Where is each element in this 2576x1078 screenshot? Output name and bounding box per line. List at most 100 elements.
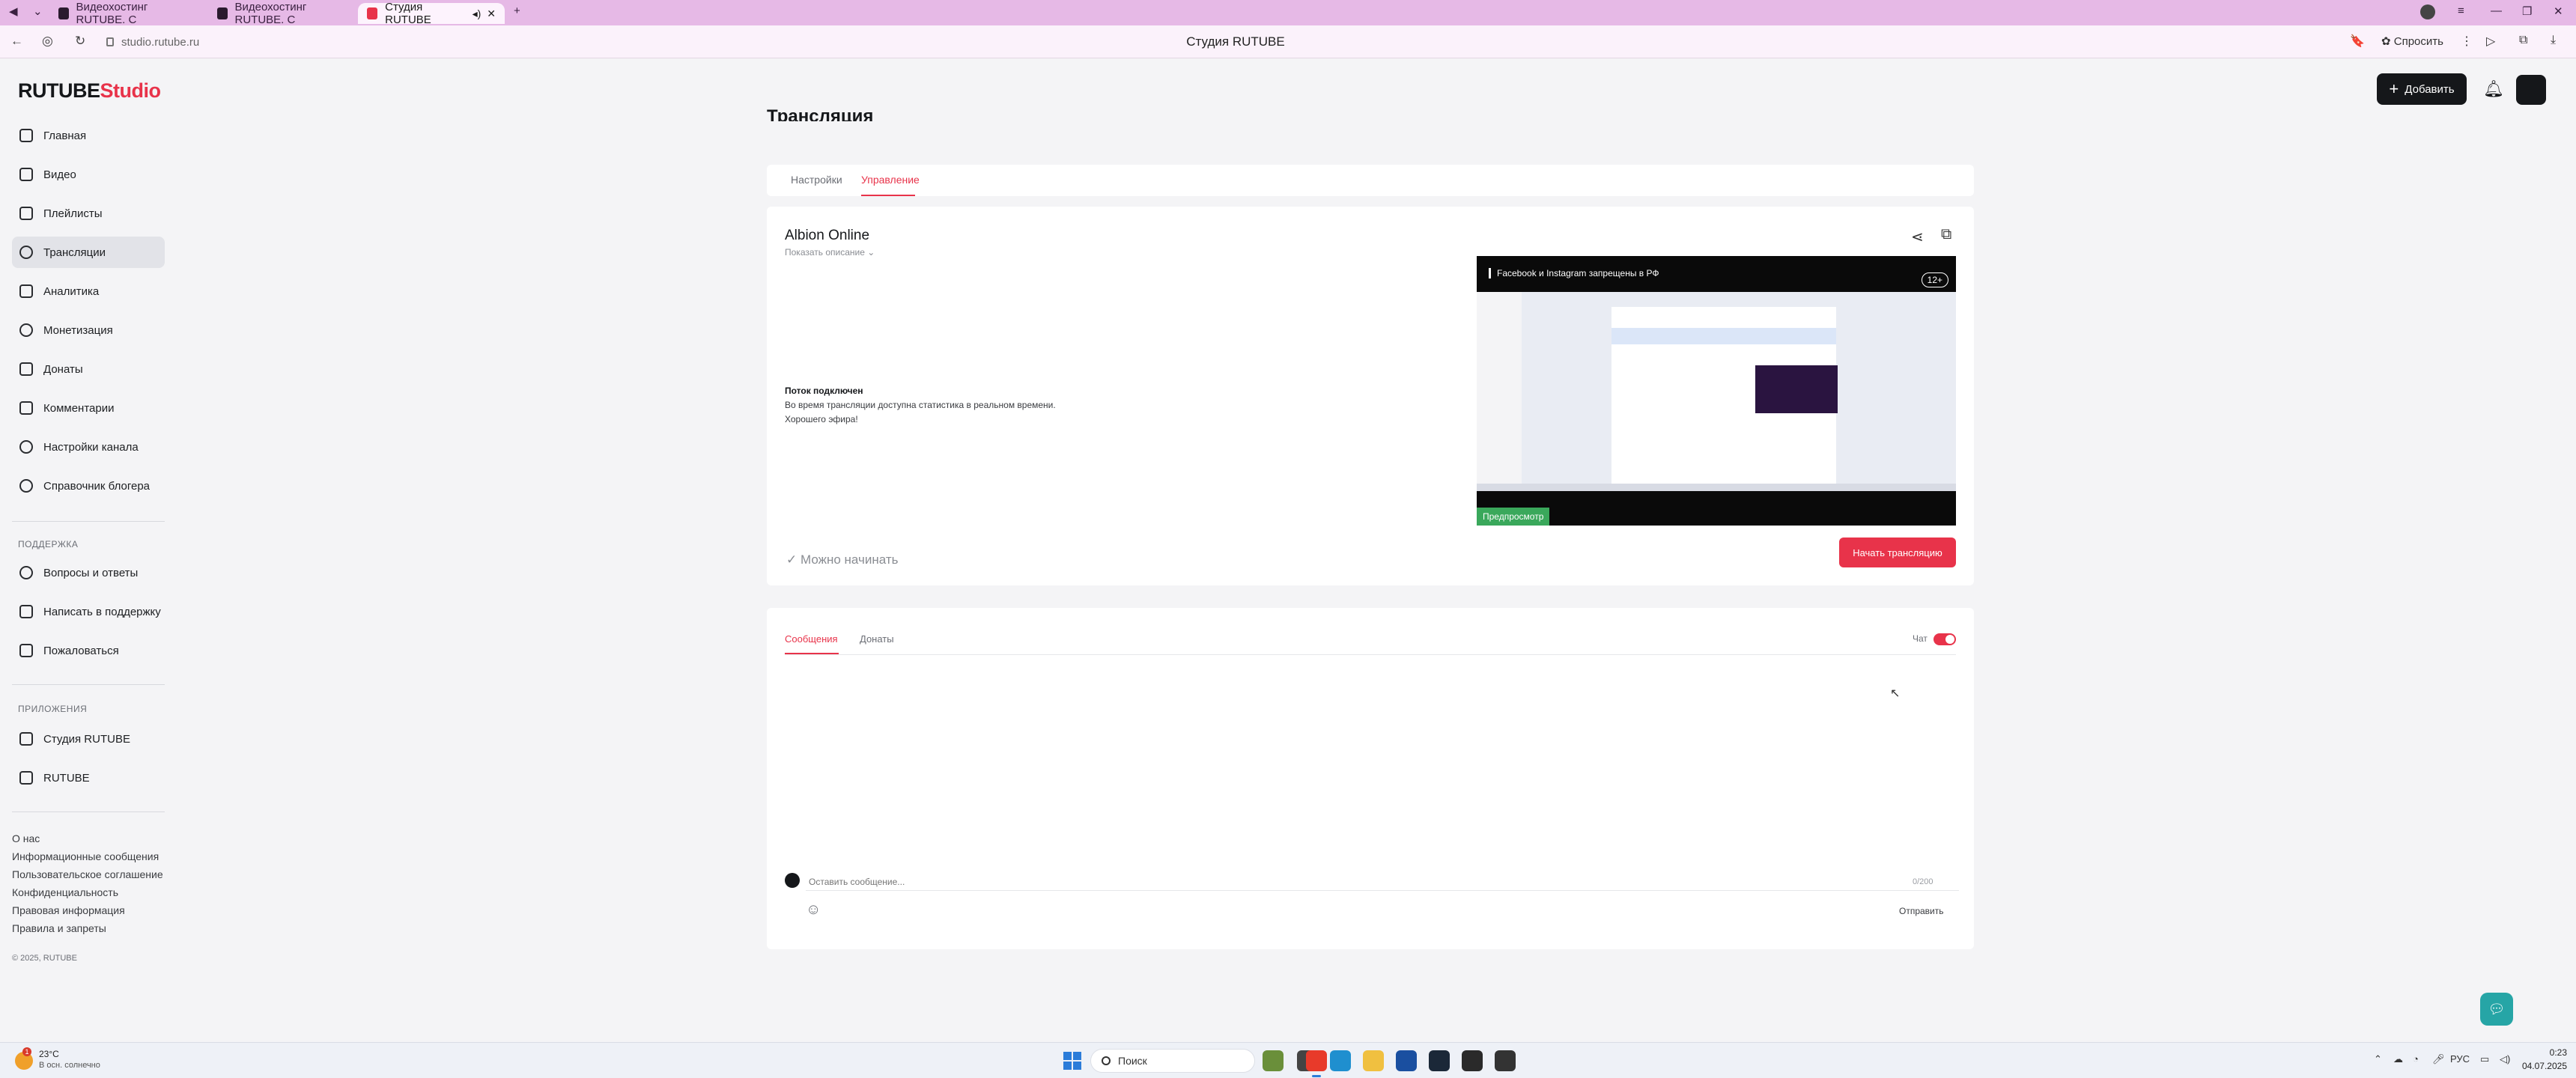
stream-card: Albion Online Показать описание ⌄ ⋖ ⧉ По… [767,207,1974,585]
bookmark-icon[interactable]: 🔖 [2350,34,2365,49]
close-window-icon[interactable]: ✕ [2554,4,2563,18]
sidebar-item-report[interactable]: Пожаловаться [12,635,165,666]
ask-button[interactable]: ✿ Спросить [2381,34,2443,48]
sidebar-item-streams[interactable]: Трансляции [12,237,165,268]
tab-list-icon[interactable]: ⌄ [33,4,43,18]
browser-tab-2[interactable]: Видеохостинг RUTUBE. С [208,1,358,26]
footer-link-about[interactable]: О нас [12,832,40,844]
reload-icon[interactable]: ↻ [75,34,85,49]
emoji-icon[interactable]: ☺ [806,901,821,919]
sidebar-item-write-support[interactable]: Написать в поддержку [12,596,165,627]
sidebar-item-blogger-guide[interactable]: Справочник блогера [12,470,165,502]
tab-management[interactable]: Управление [861,174,920,186]
page-title: Трансляция [767,106,874,121]
close-tab-icon[interactable]: ✕ [487,7,496,20]
media-icon[interactable]: ▷ [2486,34,2495,49]
clock-time[interactable]: 0:23 [2537,1047,2567,1058]
sidebar-item-comments[interactable]: Комментарии [12,392,165,424]
back-history-icon[interactable]: ◀ [9,4,18,18]
language-indicator[interactable]: РУС [2450,1053,2470,1065]
support-section-label: ПОДДЕРЖКА [18,539,79,549]
chat-bubble-icon: 💬︎ [2488,1001,2506,1017]
widgets-app-icon[interactable] [1263,1050,1284,1071]
avatar[interactable] [2516,75,2546,105]
footer-link-news[interactable]: Информационные сообщения [12,850,159,862]
send-button[interactable]: Отправить [1899,906,1944,916]
profile-icon[interactable] [2420,4,2435,19]
steam-icon[interactable] [1429,1050,1450,1071]
rutube-favicon-icon [58,7,69,19]
add-button[interactable]: + Добавить [2377,73,2467,105]
sidebar-item-label: Вопросы и ответы [43,566,139,579]
taskbar-search[interactable]: Поиск [1090,1049,1255,1073]
url-field[interactable]: studio.rutube.ru [106,32,1117,52]
yandex-browser-icon[interactable] [1306,1050,1327,1077]
bell-icon[interactable]: 🔔︎ [2483,79,2504,99]
extensions-icon[interactable]: ⧉ [2519,34,2527,47]
sidebar-item-monetization[interactable]: Монетизация [12,314,165,346]
footer-link-rules[interactable]: Правила и запреты [12,922,106,934]
tab-settings[interactable]: Настройки [791,174,842,186]
tab-donations[interactable]: Донаты [860,633,894,645]
more-icon[interactable]: ⋮ [2461,34,2473,49]
help-chat-button[interactable]: 💬︎ [2480,993,2513,1026]
message-input[interactable] [806,873,1959,891]
sidebar-item-playlists[interactable]: Плейлисты [12,198,165,229]
browser-tab-label: Видеохостинг RUTUBE. С [234,1,307,26]
sidebar: RUTUBEStudio Главная Видео Плейлисты Тра… [0,58,180,1042]
back-icon[interactable]: ← [10,34,23,49]
download-icon[interactable]: ⤓ [2551,34,2556,47]
tray-chevron-up-icon[interactable]: ⌃ [2374,1053,2382,1065]
studio-logo[interactable]: RUTUBEStudio [18,79,161,103]
sidebar-item-studio-app[interactable]: Студия RUTUBE [12,723,165,755]
clock-date[interactable]: 04.07.2025 [2518,1061,2567,1071]
preview-screen-image [1477,292,1956,491]
minimize-icon[interactable]: — [2491,4,2502,17]
menu-icon[interactable]: ≡ [2458,4,2464,17]
sidebar-divider [12,811,165,812]
microphone-icon[interactable]: 🎤︎ [2432,1053,2445,1065]
studio-app-icon [19,732,33,746]
sidebar-item-video[interactable]: Видео [12,159,165,190]
folder-icon[interactable] [1363,1050,1384,1071]
sidebar-item-label: Аналитика [43,284,100,298]
sidebar-item-home[interactable]: Главная [12,120,165,151]
store-icon[interactable] [1396,1050,1417,1071]
chat-toggle[interactable] [1933,633,1956,645]
browser-tab-1[interactable]: Видеохостинг RUTUBE. С [49,1,199,26]
windows-start-icon[interactable] [1063,1052,1081,1070]
sidebar-item-donations[interactable]: Донаты [12,353,165,385]
tray-shield-icon[interactable]: ◔ [2413,1053,2419,1065]
sidebar-divider [12,521,165,522]
sidebar-item-rutube-app[interactable]: RUTUBE [12,762,165,794]
monitor-icon[interactable]: ▭ [2480,1053,2489,1065]
start-stream-button[interactable]: Начать трансляцию [1839,538,1956,567]
footer-link-privacy[interactable]: Конфиденциальность [12,886,118,898]
volume-icon[interactable]: ◁) [2500,1053,2510,1065]
sidebar-item-faq[interactable]: Вопросы и ответы [12,557,165,588]
stream-preview[interactable]: Facebook и Instagram запрещены в РФ 12+ … [1477,256,1956,526]
stream-title[interactable]: Albion Online [785,228,869,244]
search-icon [1102,1056,1111,1065]
sound-icon[interactable]: ◂) [473,7,482,20]
show-description-link[interactable]: Показать описание ⌄ [785,247,875,258]
external-link-icon[interactable]: ⧉ [1941,226,1951,243]
sidebar-item-channel-settings[interactable]: Настройки канала [12,431,165,463]
edge-browser-icon[interactable] [1330,1050,1351,1071]
maximize-icon[interactable]: ❐ [2522,4,2532,18]
tray-app-icon[interactable]: ☁ [2393,1053,2403,1065]
stream-tabs: Настройки Управление [767,165,1974,196]
game-app-icon[interactable] [1495,1050,1516,1071]
weather-temperature[interactable]: 23°C [39,1049,59,1059]
share-icon[interactable]: ⋖ [1911,228,1924,246]
footer-link-terms[interactable]: Пользовательское соглашение [12,868,163,880]
sidebar-item-analytics[interactable]: Аналитика [12,275,165,307]
shield-icon[interactable]: ◎ [42,34,53,49]
stream-status-line: Во время трансляции доступна статистика … [785,400,1056,410]
donation-icon [19,362,33,376]
new-tab-button[interactable]: + [514,4,520,17]
app-icon[interactable] [1462,1050,1483,1071]
browser-tab-3[interactable]: Студия RUTUBE ◂) ✕ [358,1,505,26]
footer-link-legal[interactable]: Правовая информация [12,904,125,916]
tab-messages[interactable]: Сообщения [785,633,838,645]
